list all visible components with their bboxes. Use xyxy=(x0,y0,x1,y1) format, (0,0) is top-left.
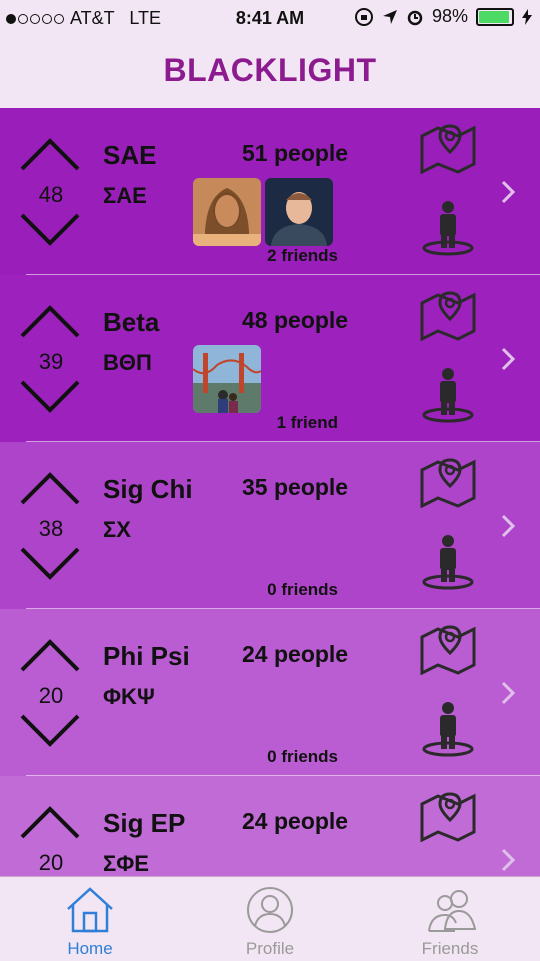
friends-count: 2 friends xyxy=(267,246,338,265)
alarm-icon xyxy=(407,10,423,25)
friends-count: 1 friend xyxy=(276,413,338,432)
fraternity-name: Sig Chi xyxy=(103,474,193,504)
map-pin-icon[interactable] xyxy=(418,122,478,174)
vote-score: 38 xyxy=(38,516,64,541)
chevron-right-icon[interactable] xyxy=(498,679,518,707)
list-item[interactable]: 20 Sig EP ΣΦΕ 24 people xyxy=(0,776,540,876)
chevron-up-icon[interactable] xyxy=(18,804,82,840)
chevron-up-icon[interactable] xyxy=(18,303,82,339)
chevron-down-icon[interactable] xyxy=(18,212,82,248)
home-icon xyxy=(67,887,113,933)
friend-avatar[interactable] xyxy=(265,178,333,246)
people-count: 35 people xyxy=(242,474,349,500)
tab-label: Profile xyxy=(245,939,295,958)
navigation-bar: BLACKLIGHT xyxy=(0,36,540,108)
chevron-up-icon[interactable] xyxy=(18,637,82,673)
people-count: 51 people xyxy=(242,140,349,166)
status-right: 98% xyxy=(354,6,532,27)
friends-count: 0 friends xyxy=(267,580,338,599)
people-count: 24 people xyxy=(242,808,349,834)
person-location-icon[interactable] xyxy=(420,200,476,256)
fraternity-name: Sig EP xyxy=(103,808,186,838)
tab-label: Home xyxy=(67,939,113,958)
person-location-icon[interactable] xyxy=(420,701,476,757)
chevron-down-icon[interactable] xyxy=(18,379,82,415)
charging-bolt-icon xyxy=(522,8,532,25)
greek-letters: ΣΦΕ xyxy=(103,851,149,876)
tab-bar: Home Profile Friends xyxy=(0,876,540,961)
chevron-down-icon[interactable] xyxy=(18,713,82,749)
battery-percent: 98% xyxy=(431,6,468,26)
chevron-right-icon[interactable] xyxy=(498,178,518,206)
tab-friends[interactable]: Friends xyxy=(360,877,540,961)
greek-letters: ΒΘΠ xyxy=(103,350,152,375)
chevron-down-icon[interactable] xyxy=(18,546,82,582)
map-pin-icon[interactable] xyxy=(418,456,478,508)
tab-profile[interactable]: Profile xyxy=(180,877,360,961)
chevron-up-icon[interactable] xyxy=(18,470,82,506)
greek-letters: ΦΚΨ xyxy=(103,684,155,709)
friend-avatar[interactable] xyxy=(193,178,261,246)
fraternity-list[interactable]: 48 SAE ΣΑΕ 51 people 2 friends 39 Beta Β… xyxy=(0,108,540,876)
person-location-icon[interactable] xyxy=(420,534,476,590)
tab-label: Friends xyxy=(421,939,479,958)
vote-score: 48 xyxy=(38,182,64,207)
people-count: 24 people xyxy=(242,641,349,667)
friends-count: 0 friends xyxy=(267,747,338,766)
greek-letters: ΣΑΕ xyxy=(103,183,147,208)
status-bar: AT&T LTE 8:41 AM 98% xyxy=(0,0,540,36)
profile-icon xyxy=(247,887,293,933)
location-arrow-icon xyxy=(382,9,397,24)
rotation-lock-icon xyxy=(354,7,373,26)
list-item[interactable]: 20 Phi Psi ΦΚΨ 24 people 0 friends xyxy=(0,609,540,776)
chevron-right-icon[interactable] xyxy=(498,345,518,373)
battery-icon xyxy=(476,7,514,26)
app-title: BLACKLIGHT xyxy=(163,52,377,88)
chevron-right-icon[interactable] xyxy=(498,512,518,540)
list-item[interactable]: 39 Beta ΒΘΠ 48 people 1 friend xyxy=(0,275,540,442)
map-pin-icon[interactable] xyxy=(418,623,478,675)
person-location-icon[interactable] xyxy=(420,367,476,423)
friend-avatar[interactable] xyxy=(193,345,261,413)
fraternity-name: SAE xyxy=(103,140,157,170)
friends-icon xyxy=(428,890,477,932)
vote-score: 39 xyxy=(38,349,64,374)
fraternity-name: Beta xyxy=(103,307,160,337)
vote-score: 20 xyxy=(38,683,64,708)
chevron-right-icon[interactable] xyxy=(498,846,518,874)
list-item[interactable]: 38 Sig Chi ΣΧ 35 people 0 friends xyxy=(0,442,540,609)
tab-home[interactable]: Home xyxy=(0,877,180,961)
chevron-up-icon[interactable] xyxy=(18,136,82,172)
greek-letters: ΣΧ xyxy=(103,517,131,542)
fraternity-name: Phi Psi xyxy=(103,641,190,671)
vote-score: 20 xyxy=(38,850,64,875)
people-count: 48 people xyxy=(242,307,349,333)
list-item[interactable]: 48 SAE ΣΑΕ 51 people 2 friends xyxy=(0,108,540,275)
map-pin-icon[interactable] xyxy=(418,790,478,842)
map-pin-icon[interactable] xyxy=(418,289,478,341)
